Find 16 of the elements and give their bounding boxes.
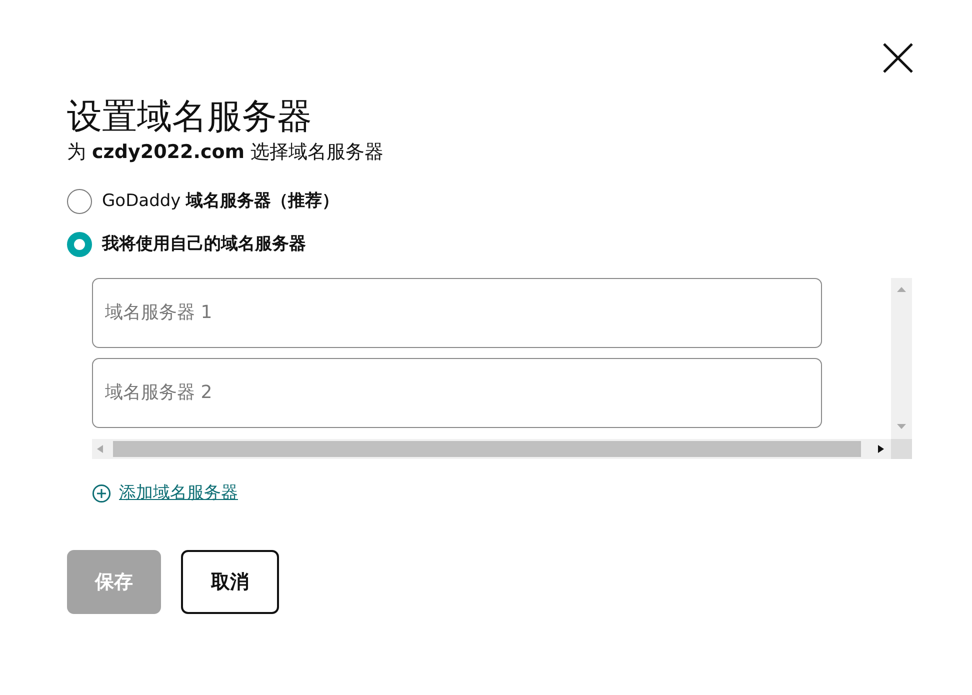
scrollbar-corner (891, 438, 912, 458)
dialog-subtitle: 为 czdy2022.com 选择域名服务器 (67, 140, 385, 165)
radio-button[interactable] (67, 188, 92, 214)
dialog-title: 设置域名服务器 (67, 96, 313, 138)
close-button[interactable] (882, 42, 914, 74)
nameserver-input[interactable]: 域名服务器 1 (92, 278, 822, 348)
vertical-scrollbar[interactable] (891, 278, 912, 438)
horizontal-scrollbar[interactable] (92, 438, 891, 458)
nameserver-input[interactable]: 域名服务器 2 (92, 358, 822, 428)
close-icon (882, 42, 914, 74)
radio-label[interactable]: 我将使用自己的域名服务器 (102, 232, 306, 258)
add-icon (92, 484, 111, 503)
radio-button[interactable] (67, 232, 92, 258)
cancel-button[interactable]: 取消 (181, 550, 279, 614)
add-nameserver-link[interactable]: 添加域名服务器 (119, 480, 238, 506)
radio-label[interactable]: GoDaddy 域名服务器（推荐） (102, 188, 340, 214)
